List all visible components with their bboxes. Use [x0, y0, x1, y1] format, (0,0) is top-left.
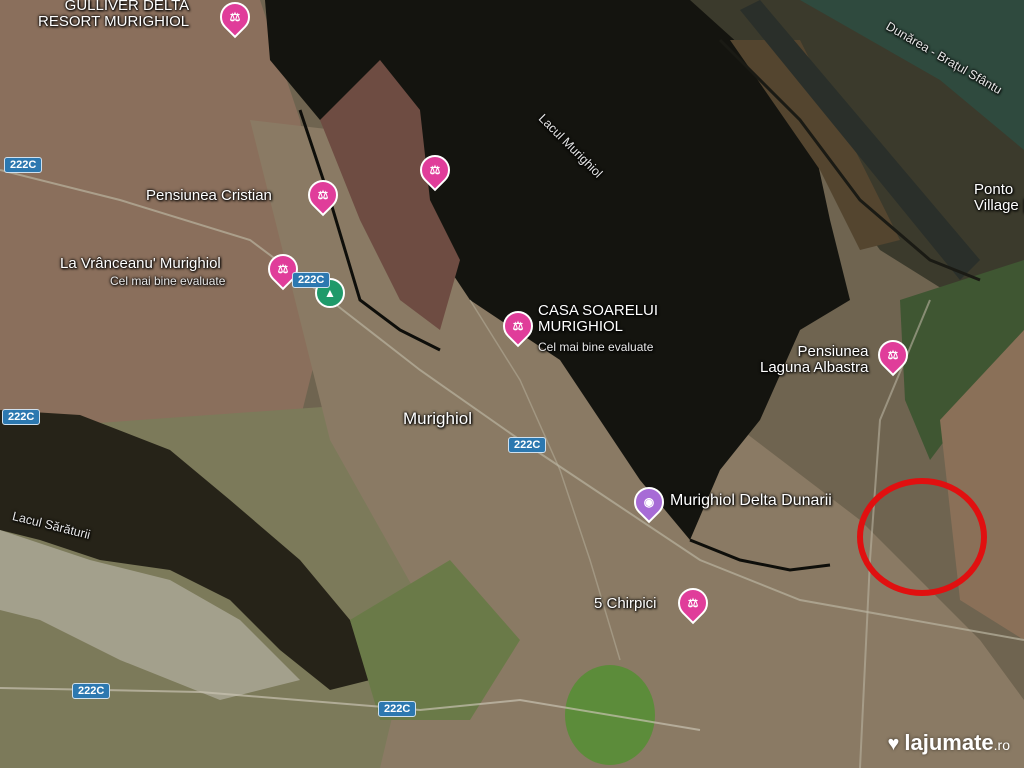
hotel-bed-icon: ⚖	[887, 348, 899, 362]
label-casa-line2: MURIGHIOL	[538, 317, 624, 335]
map-view[interactable]: GULLIVER DELTA RESORT MURIGHIOL ⚖ Pensiu…	[0, 0, 1024, 768]
road-shield-222c: 222C	[72, 683, 111, 699]
label-ponto-line2: Village | St	[974, 196, 1024, 214]
label-ponto-line1: Ponto	[974, 181, 1014, 198]
hotel-bed-icon: ⚖	[512, 319, 524, 333]
road-shield-222c: 222C	[4, 157, 43, 173]
hotel-bed-icon: ⚖	[687, 596, 699, 610]
label-cristian[interactable]: Pensiunea Cristian	[146, 188, 272, 204]
camera-icon: ◉	[643, 495, 655, 509]
road-shield-222c: 222C	[378, 701, 417, 717]
label-laguna[interactable]: Pensiunea Laguna Albastra	[760, 344, 868, 376]
label-casa-line1: CASA SOARELUI	[538, 302, 659, 319]
label-laguna-line2: Laguna Albastra	[760, 358, 869, 376]
road-shield-222c: 222C	[2, 409, 41, 425]
label-vranceanu-note: Cel mai bine evaluate	[110, 274, 226, 288]
satellite-terrain	[0, 0, 1024, 768]
hotel-bed-icon: ⚖	[317, 188, 329, 202]
label-vranceanu[interactable]: La Vrânceanu' Murighiol	[60, 256, 221, 272]
hotel-bed-icon: ⚖	[429, 163, 441, 177]
label-ponto[interactable]: Ponto Village | St	[974, 182, 1024, 214]
watermark-tld: .ro	[993, 737, 1010, 753]
label-gulliver[interactable]: GULLIVER DELTA RESORT MURIGHIOL	[38, 0, 189, 30]
label-laguna-line1: Pensiunea	[797, 343, 869, 360]
watermark-brand: lajumate	[904, 730, 994, 755]
label-gulliver-line1: GULLIVER DELTA	[64, 0, 190, 14]
hotel-bed-icon: ⚖	[229, 10, 241, 24]
road-shield-222c: 222C	[292, 272, 331, 288]
heart-logo-icon: ♥	[887, 733, 900, 755]
label-chirpici[interactable]: 5 Chirpici	[594, 596, 657, 612]
label-gulliver-line2: RESORT MURIGHIOL	[38, 12, 190, 30]
road-shield-222c: 222C	[508, 437, 547, 453]
watermark-logo: ♥ lajumate .ro	[888, 730, 1010, 756]
label-casa-soarelui[interactable]: CASA SOARELUI MURIGHIOL	[538, 303, 658, 335]
label-delta-dunarii[interactable]: Murighiol Delta Dunarii	[670, 492, 832, 510]
label-town-murighiol: Murighiol	[403, 409, 472, 428]
label-casa-note: Cel mai bine evaluate	[538, 340, 654, 354]
label-vranceanu-name: La Vrânceanu' Murighiol	[60, 255, 221, 272]
